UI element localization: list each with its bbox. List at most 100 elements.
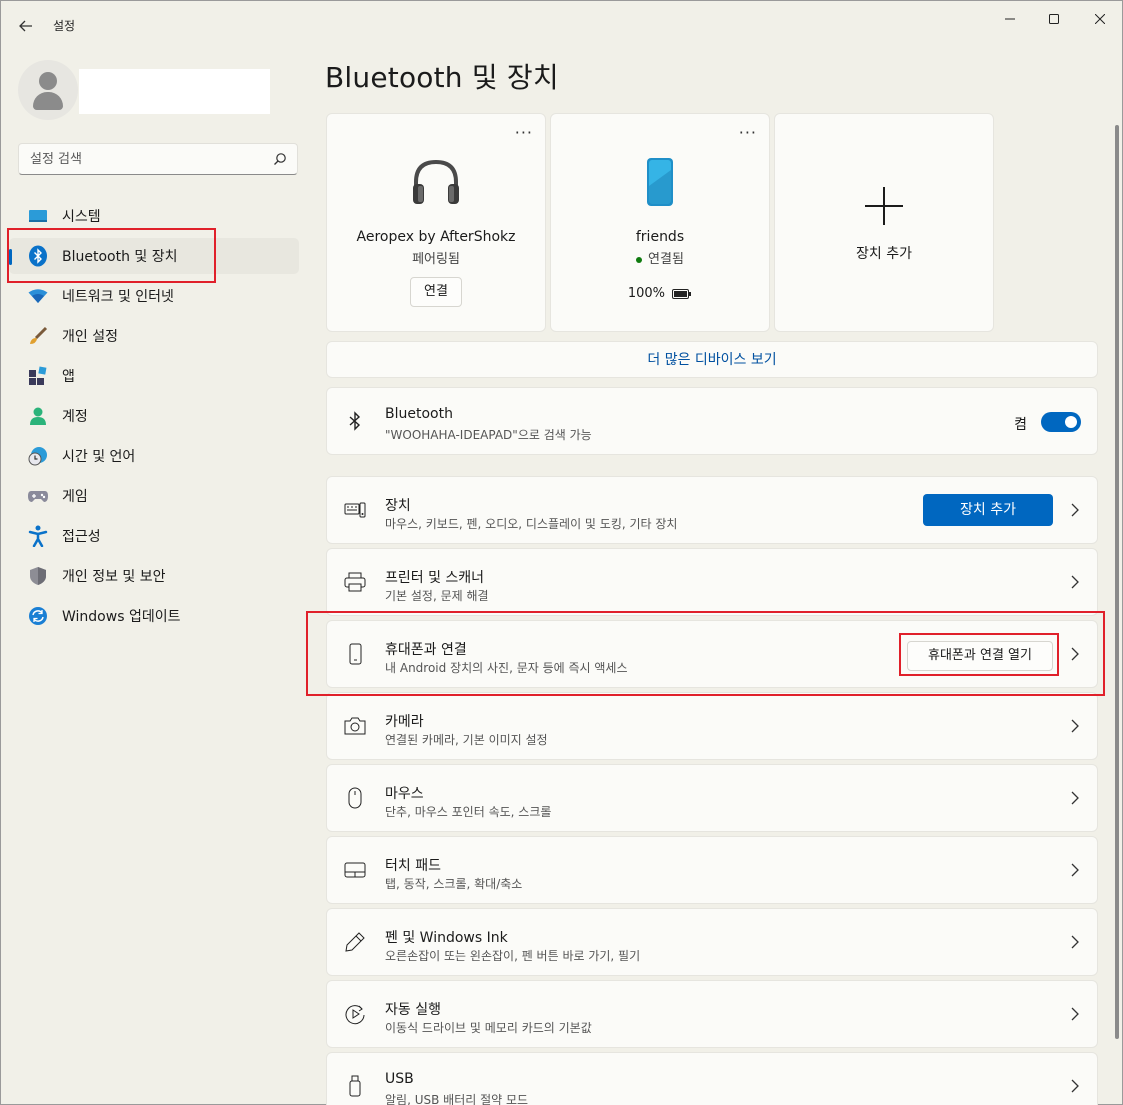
usb-icon: [349, 1075, 361, 1097]
sidebar-item-privacy[interactable]: 개인 정보 및 보안: [9, 558, 299, 594]
mouse-icon: [348, 787, 362, 809]
printer-icon: [344, 572, 366, 592]
chevron-right-icon[interactable]: [1069, 1079, 1081, 1093]
sidebar-item-network[interactable]: 네트워크 및 인터넷: [9, 278, 299, 314]
sidebar-item-accessibility[interactable]: 접근성: [9, 518, 299, 554]
chevron-right-icon[interactable]: [1069, 1007, 1081, 1021]
add-device-card[interactable]: 장치 추가: [774, 113, 994, 332]
row-subtitle: 오른손잡이 또는 왼손잡이, 펜 버튼 바로 가기, 필기: [385, 949, 641, 963]
sidebar-item-time-language[interactable]: 시간 및 언어: [9, 438, 299, 474]
maximize-button[interactable]: [1031, 5, 1077, 33]
row-subtitle: 알림, USB 배터리 절약 모드: [385, 1093, 529, 1105]
maximize-icon: [1049, 14, 1059, 24]
highlight-box-bluetooth-nav: [7, 228, 216, 283]
minimize-button[interactable]: [987, 5, 1033, 33]
device-card-aeropex[interactable]: ··· Aeropex by AfterShokz 페어링됨 연결: [326, 113, 546, 332]
close-button[interactable]: [1077, 5, 1123, 33]
search-input[interactable]: [19, 144, 259, 174]
add-device-button[interactable]: 장치 추가: [923, 494, 1053, 526]
scrollbar[interactable]: [1115, 125, 1119, 1039]
chevron-right-icon[interactable]: [1069, 719, 1081, 733]
back-arrow-icon: [19, 20, 32, 32]
row-title: 카메라: [385, 714, 424, 730]
bluetooth-toggle[interactable]: [1041, 412, 1081, 432]
sidebar-item-label: 게임: [62, 489, 88, 505]
sidebar-item-label: 개인 설정: [62, 329, 118, 345]
row-title: 터치 패드: [385, 858, 441, 874]
chevron-right-icon[interactable]: [1069, 503, 1081, 517]
chevron-right-icon[interactable]: [1069, 791, 1081, 805]
minimize-icon: [1005, 18, 1015, 20]
sidebar-item-apps[interactable]: 앱: [9, 358, 299, 394]
brush-icon: [27, 325, 49, 347]
device-status: 페어링됨: [412, 252, 460, 267]
sidebar-item-label: 네트워크 및 인터넷: [62, 289, 174, 305]
chevron-right-icon[interactable]: [1069, 863, 1081, 877]
row-subtitle: 기본 설정, 문제 해결: [385, 589, 489, 603]
connect-button[interactable]: 연결: [410, 277, 462, 307]
row-subtitle: 마우스, 키보드, 펜, 오디오, 디스플레이 및 도킹, 기타 장치: [385, 517, 678, 531]
row-title: Bluetooth: [385, 406, 453, 422]
sidebar-item-label: 개인 정보 및 보안: [62, 569, 166, 585]
row-title: 프린터 및 스캐너: [385, 570, 485, 586]
row-devices[interactable]: 장치 마우스, 키보드, 펜, 오디오, 디스플레이 및 도킹, 기타 장치 장…: [326, 476, 1098, 544]
device-status-text: 연결됨: [648, 252, 684, 267]
camera-icon: [344, 717, 366, 735]
avatar[interactable]: [18, 60, 78, 120]
apps-icon: [27, 365, 49, 387]
device-status: 연결됨: [551, 248, 769, 267]
sidebar-item-label: 계정: [62, 409, 88, 425]
device-card-friends[interactable]: ··· friends 연결됨 100%: [550, 113, 770, 332]
pen-icon: [345, 932, 365, 952]
chevron-right-icon[interactable]: [1069, 575, 1081, 589]
row-subtitle: "WOOHAHA-IDEAPAD"으로 검색 가능: [385, 428, 592, 442]
device-name: friends: [635, 229, 685, 245]
more-devices-link[interactable]: 더 많은 디바이스 보기: [326, 341, 1098, 378]
headphones-icon: [413, 159, 459, 204]
row-camera[interactable]: 카메라 연결된 카메라, 기본 이미지 설정: [326, 692, 1098, 760]
row-subtitle: 연결된 카메라, 기본 이미지 설정: [385, 733, 548, 747]
battery-percent: 100%: [627, 286, 666, 301]
sidebar-item-gaming[interactable]: 게임: [9, 478, 299, 514]
wifi-icon: [27, 285, 49, 307]
connected-dot-icon: [636, 256, 643, 263]
sidebar-item-accounts[interactable]: 계정: [9, 398, 299, 434]
add-device-label: 장치 추가: [856, 246, 912, 262]
back-button[interactable]: [13, 13, 39, 39]
time-language-icon: [27, 445, 49, 467]
battery-icon: [672, 288, 692, 299]
update-icon: [27, 605, 49, 627]
row-usb[interactable]: USB 알림, USB 배터리 절약 모드: [326, 1052, 1098, 1105]
plus-icon: [865, 187, 903, 225]
title-bar: 설정: [1, 1, 1122, 49]
sidebar-item-windows-update[interactable]: Windows 업데이트: [9, 598, 299, 634]
avatar-head: [39, 72, 57, 90]
row-touchpad[interactable]: 터치 패드 탭, 동작, 스크롤, 확대/축소: [326, 836, 1098, 904]
row-autoplay[interactable]: 자동 실행 이동식 드라이브 및 메모리 카드의 기본값: [326, 980, 1098, 1048]
row-pen[interactable]: 펜 및 Windows Ink 오른손잡이 또는 왼손잡이, 펜 버튼 바로 가…: [326, 908, 1098, 976]
row-subtitle: 탭, 동작, 스크롤, 확대/축소: [385, 877, 523, 891]
sidebar: 시스템 Bluetooth 및 장치 네트워크 및 인터넷 개인 설정: [1, 49, 311, 1105]
account-icon: [27, 405, 49, 427]
sidebar-item-label: 앱: [62, 369, 75, 385]
search-icon[interactable]: [273, 152, 287, 166]
devices-icon: [344, 502, 366, 518]
device-name: Aeropex by AfterShokz: [356, 229, 516, 245]
row-mouse[interactable]: 마우스 단추, 마우스 포인터 속도, 스크롤: [326, 764, 1098, 832]
toggle-knob: [1065, 416, 1077, 428]
close-icon: [1095, 14, 1105, 24]
row-subtitle: 단추, 마우스 포인터 속도, 스크롤: [385, 805, 552, 819]
search-box[interactable]: [18, 143, 298, 175]
sidebar-item-personalization[interactable]: 개인 설정: [9, 318, 299, 354]
touchpad-icon: [344, 862, 366, 878]
more-options-icon[interactable]: ···: [515, 125, 533, 141]
autoplay-icon: [345, 1005, 365, 1025]
highlight-box-phone-button: [899, 633, 1059, 676]
more-options-icon[interactable]: ···: [739, 125, 757, 141]
row-title: 펜 및 Windows Ink: [385, 930, 508, 946]
row-printers[interactable]: 프린터 및 스캐너 기본 설정, 문제 해결: [326, 548, 1098, 616]
sidebar-item-label: 시스템: [62, 209, 101, 225]
battery-level: 100%: [551, 286, 769, 301]
phone-icon: [647, 158, 673, 206]
chevron-right-icon[interactable]: [1069, 935, 1081, 949]
